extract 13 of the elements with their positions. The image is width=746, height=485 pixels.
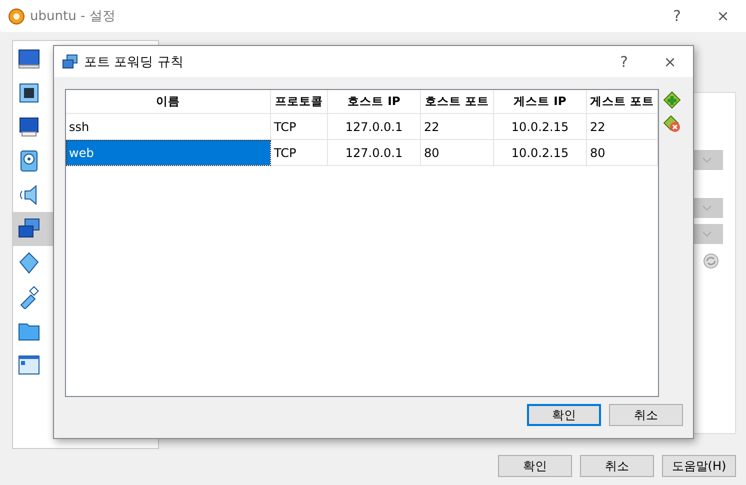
table-cell: 80 <box>420 140 494 166</box>
table-cell: TCP <box>270 140 328 166</box>
table-cell: TCP <box>270 114 328 140</box>
table-cell: 127.0.0.1 <box>328 114 420 140</box>
table-cell: 80 <box>586 140 658 166</box>
dialog-title: 포트 포워딩 규칙 <box>84 54 184 70</box>
window-title: ubuntu - 설정 <box>30 8 116 25</box>
table-cell: 22 <box>586 114 658 140</box>
table-cell: 10.0.2.15 <box>494 140 586 166</box>
table-cell: 22 <box>420 114 494 140</box>
table-cell: 127.0.0.1 <box>328 140 420 166</box>
table-cell: 10.0.2.15 <box>494 114 586 140</box>
table-cell: web <box>66 140 270 166</box>
